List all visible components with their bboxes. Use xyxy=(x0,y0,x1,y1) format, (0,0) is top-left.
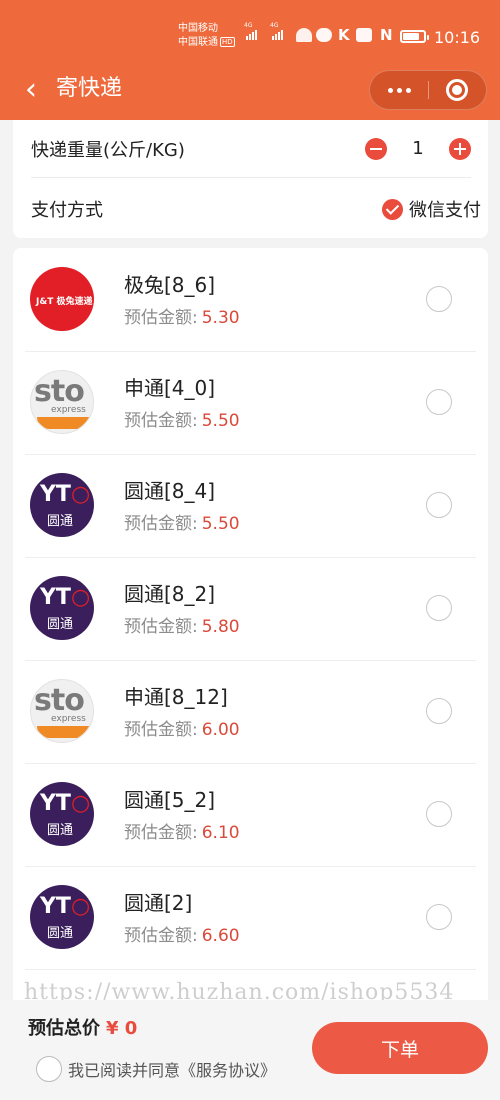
courier-list: J&T 极兔速递 极兔[8_6] 预估金额: 5.30 sto express 申通… xyxy=(13,248,488,1008)
courier-item[interactable]: J&T 极兔速递 极兔[8_6] 预估金额: 5.30 xyxy=(13,248,488,352)
browser-icon xyxy=(316,28,332,42)
payment-row: 支付方式 微信支付 xyxy=(31,180,481,238)
courier-item[interactable]: YT○ 圆通 圆通[8_4] 预估金额: 5.50 xyxy=(13,454,488,558)
payment-option-label: 微信支付 xyxy=(409,200,481,221)
battery-icon xyxy=(400,30,429,43)
courier-name: 申通[8_12] xyxy=(124,685,228,709)
wifi-icon xyxy=(296,28,312,42)
courier-item[interactable]: YT○ 圆通 圆通[8_2] 预估金额: 5.80 xyxy=(13,557,488,661)
weight-value: 1 xyxy=(412,138,424,159)
jt-express-logo: J&T 极兔速递 xyxy=(30,267,94,331)
total-price-value: ¥ 0 xyxy=(106,1018,138,1039)
mini-program-capsule xyxy=(369,70,487,110)
payment-option-wechat[interactable]: 微信支付 xyxy=(382,196,481,222)
back-button[interactable]: ‹ xyxy=(14,72,48,108)
app-icon xyxy=(356,28,372,42)
courier-radio[interactable] xyxy=(426,801,452,827)
top-bar: 中国移动 中国联通 HD 4G 4G K N 10:16 ‹ 寄快递 xyxy=(0,0,500,120)
courier-item[interactable]: sto express 申通[4_0] 预估金额: 5.50 xyxy=(13,351,488,455)
sto-express-logo: sto express xyxy=(30,679,94,743)
courier-fee: 预估金额: 5.30 xyxy=(124,308,240,328)
courier-item[interactable]: YT○ 圆通 圆通[2] 预估金额: 6.60 xyxy=(13,866,488,970)
signal-icon-2: 4G xyxy=(270,22,283,40)
yto-express-logo: YT○ 圆通 xyxy=(30,473,94,537)
courier-item[interactable]: sto express 申通[8_12] 预估金额: 6.00 xyxy=(13,660,488,764)
courier-item[interactable]: YT○ 圆通 圆通[5_2] 预估金额: 6.10 xyxy=(13,763,488,867)
nfc-icon: N xyxy=(380,26,393,44)
courier-fee: 预估金额: 5.80 xyxy=(124,617,240,637)
page-title: 寄快递 xyxy=(56,76,123,101)
courier-fee: 预估金额: 5.50 xyxy=(124,411,240,431)
courier-name: 圆通[2] xyxy=(124,891,193,915)
yto-express-logo: YT○ 圆通 xyxy=(30,576,94,640)
agreement-row[interactable]: 我已阅读并同意《服务协议》 xyxy=(36,1056,276,1082)
increase-weight-button[interactable] xyxy=(449,137,471,160)
courier-radio[interactable] xyxy=(426,492,452,518)
courier-radio[interactable] xyxy=(426,286,452,312)
courier-fee: 预估金额: 5.50 xyxy=(124,514,240,534)
courier-radio[interactable] xyxy=(426,904,452,930)
status-bar: 中国移动 中国联通 HD 4G 4G K N 10:16 xyxy=(0,0,500,62)
sto-express-logo: sto express xyxy=(30,370,94,434)
courier-name: 极兔[8_6] xyxy=(124,273,216,297)
courier-fee: 预估金额: 6.10 xyxy=(124,823,240,843)
weight-stepper: 1 xyxy=(365,137,471,160)
yto-express-logo: YT○ 圆通 xyxy=(30,885,94,949)
courier-name: 圆通[5_2] xyxy=(124,788,216,812)
shipping-settings-card: 快递重量(公斤/KG) 1 支付方式 微信支付 xyxy=(13,120,488,238)
carrier-2: 中国联通 HD xyxy=(178,37,235,48)
weight-row: 快递重量(公斤/KG) 1 xyxy=(31,120,471,178)
clock: 10:16 xyxy=(434,28,481,47)
courier-radio[interactable] xyxy=(426,389,452,415)
yto-express-logo: YT○ 圆通 xyxy=(30,782,94,846)
courier-name: 申通[4_0] xyxy=(124,376,216,400)
courier-radio[interactable] xyxy=(426,698,452,724)
courier-name: 圆通[8_2] xyxy=(124,582,216,606)
signal-icon: 4G xyxy=(244,22,257,40)
courier-radio[interactable] xyxy=(426,595,452,621)
carrier-1: 中国移动 xyxy=(178,23,218,34)
courier-name: 圆通[8_4] xyxy=(124,479,216,503)
close-miniprogram-icon[interactable] xyxy=(446,79,468,101)
checkmark-icon xyxy=(382,198,403,220)
agreement-text: 我已阅读并同意《服务协议》 xyxy=(68,1061,277,1080)
more-icon[interactable] xyxy=(370,71,428,109)
carrier-info: 中国移动 中国联通 HD xyxy=(178,22,235,50)
courier-fee: 预估金额: 6.00 xyxy=(124,720,240,740)
place-order-button[interactable]: 下单 xyxy=(312,1022,488,1074)
hd-badge: HD xyxy=(220,37,235,47)
agreement-checkbox[interactable] xyxy=(36,1056,62,1082)
total-price: 预估总价 ¥ 0 xyxy=(28,1018,138,1039)
courier-fee: 预估金额: 6.60 xyxy=(124,926,240,946)
weight-label: 快递重量(公斤/KG) xyxy=(31,139,185,161)
k-app-icon: K xyxy=(338,26,350,44)
decrease-weight-button[interactable] xyxy=(365,137,387,160)
payment-label: 支付方式 xyxy=(31,200,103,221)
bottom-bar: 预估总价 ¥ 0 我已阅读并同意《服务协议》 下单 xyxy=(0,1000,500,1100)
